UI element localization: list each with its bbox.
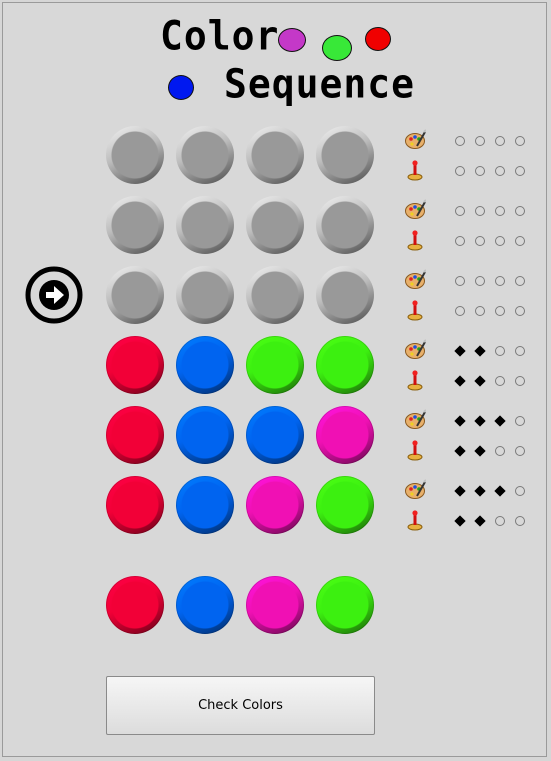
pin-icon [407,440,423,461]
feedback-position-row1-4 [515,166,525,176]
feedback-position-row4-3 [495,376,505,386]
peg-row6-slot3[interactable] [246,476,304,534]
selection-peg-4[interactable] [316,576,374,634]
feedback-color-row2-1 [455,206,465,216]
peg-row6-slot4[interactable] [316,476,374,534]
feedback-color-row2-2 [475,206,485,216]
selection-peg-2[interactable] [176,576,234,634]
feedback-color-row6-4 [515,486,525,496]
peg-row1-slot4[interactable] [316,126,374,184]
peg-row2-slot1[interactable] [106,196,164,254]
feedback-color-row3-2 [475,276,485,286]
pin-icon [407,230,423,251]
arrow-right-circle-icon [25,266,83,324]
peg-row4-slot1[interactable] [106,336,164,394]
title-dot-blue [168,75,194,100]
feedback-position-row4-4 [515,376,525,386]
peg-row6-slot1[interactable] [106,476,164,534]
title-word-sequence: Sequence [224,60,416,108]
feedback-position-row1-3 [495,166,505,176]
peg-row2-slot3[interactable] [246,196,304,254]
peg-row5-slot2[interactable] [176,406,234,464]
peg-row4-slot2[interactable] [176,336,234,394]
check-colors-button[interactable]: Check Colors [106,676,375,735]
peg-row1-slot1[interactable] [106,126,164,184]
peg-row6-slot2[interactable] [176,476,234,534]
peg-row3-slot3[interactable] [246,266,304,324]
peg-row5-slot3[interactable] [246,406,304,464]
peg-row5-slot4[interactable] [316,406,374,464]
peg-row4-slot3[interactable] [246,336,304,394]
title-dot-red [365,27,391,51]
feedback-position-row1-1 [455,166,465,176]
feedback-color-row1-4 [515,136,525,146]
peg-row2-slot4[interactable] [316,196,374,254]
feedback-position-row2-1 [455,236,465,246]
feedback-position-row5-3 [495,446,505,456]
palette-icon [405,339,426,359]
peg-row3-slot4[interactable] [316,266,374,324]
peg-row5-slot1[interactable] [106,406,164,464]
pin-icon [407,300,423,321]
feedback-position-row2-3 [495,236,505,246]
feedback-position-row6-3 [495,516,505,526]
feedback-position-row3-2 [475,306,485,316]
palette-icon [405,199,426,219]
palette-icon [405,269,426,289]
peg-row2-slot2[interactable] [176,196,234,254]
title-dot-green [322,35,352,61]
feedback-color-row4-3 [495,346,505,356]
feedback-position-row6-4 [515,516,525,526]
feedback-color-row4-4 [515,346,525,356]
palette-icon [405,409,426,429]
feedback-position-row1-2 [475,166,485,176]
feedback-color-row1-3 [495,136,505,146]
feedback-position-row3-1 [455,306,465,316]
feedback-color-row1-2 [475,136,485,146]
feedback-position-row2-2 [475,236,485,246]
feedback-color-row5-4 [515,416,525,426]
peg-row1-slot3[interactable] [246,126,304,184]
feedback-position-row3-3 [495,306,505,316]
peg-row1-slot2[interactable] [176,126,234,184]
feedback-position-row2-4 [515,236,525,246]
title-dot-purple [278,28,306,52]
palette-icon [405,479,426,499]
feedback-color-row2-3 [495,206,505,216]
feedback-color-row3-4 [515,276,525,286]
title-word-color: Color [160,12,280,60]
feedback-position-row5-4 [515,446,525,456]
selection-peg-1[interactable] [106,576,164,634]
peg-row3-slot2[interactable] [176,266,234,324]
pin-icon [407,370,423,391]
pin-icon [407,510,423,531]
feedback-position-row3-4 [515,306,525,316]
feedback-color-row1-1 [455,136,465,146]
feedback-color-row3-1 [455,276,465,286]
feedback-color-row3-3 [495,276,505,286]
feedback-color-row2-4 [515,206,525,216]
peg-row3-slot1[interactable] [106,266,164,324]
peg-row4-slot4[interactable] [316,336,374,394]
pin-icon [407,160,423,181]
selection-peg-3[interactable] [246,576,304,634]
palette-icon [405,129,426,149]
